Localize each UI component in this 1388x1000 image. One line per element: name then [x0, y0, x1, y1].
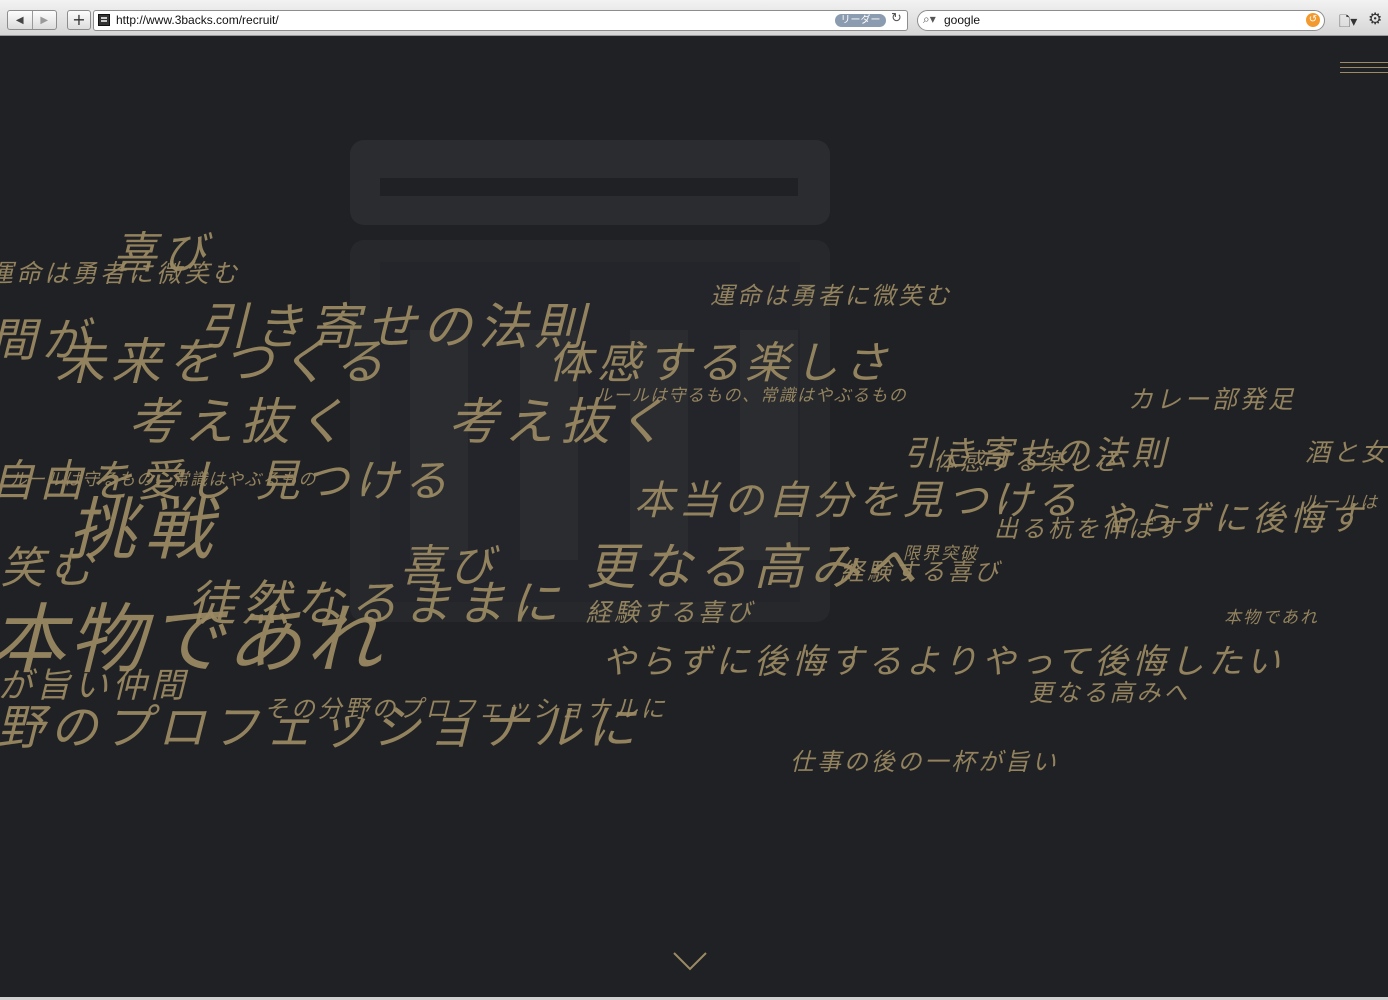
floating-word: 笑む — [0, 543, 99, 594]
floating-word: 考え抜く — [448, 393, 672, 451]
recruit-page: 喜び 運命は勇者に微笑む 運命は勇者に微笑む 引き寄せの法則 間が 未来をつくる… — [0, 37, 1388, 997]
back-button[interactable]: ◀ — [8, 11, 32, 29]
floating-word: 酒と女 — [1305, 438, 1388, 467]
floating-word: が旨い仲間 — [0, 666, 189, 706]
floating-word: 更なる高みへ — [1029, 679, 1191, 707]
floating-word: 出る杭を伸ばす — [994, 515, 1183, 543]
browser-toolbar: ◀ ▶ + http://www.3backs.com/recruit/ リーダ… — [0, 0, 1388, 36]
floating-word: 体感する楽しさ — [933, 448, 1122, 476]
floating-word: カレー部発足 — [1128, 385, 1297, 414]
floating-word: 運命は勇者に微笑む — [0, 259, 241, 288]
scroll-down-chevron-icon[interactable] — [672, 950, 708, 972]
address-bar[interactable]: http://www.3backs.com/recruit/ リーダー ↻ — [93, 10, 908, 31]
clear-search-icon[interactable]: ↺ — [1306, 13, 1320, 27]
reload-icon[interactable]: ↻ — [891, 11, 902, 26]
add-icon: + — [72, 10, 86, 29]
search-icon[interactable]: ⌕▾ — [923, 12, 936, 27]
floating-word: 野のプロフェッショナルに — [0, 700, 642, 756]
floating-word: 運命は勇者に微笑む — [710, 282, 952, 310]
reader-button[interactable]: リーダー — [835, 14, 886, 27]
floating-word: 考え抜く — [128, 393, 352, 451]
back-icon: ◀ — [15, 14, 24, 26]
add-bookmark-button[interactable]: + — [67, 10, 91, 30]
floating-word: やらずに後悔するよりやって後悔したい — [602, 642, 1285, 682]
forward-button[interactable]: ▶ — [31, 11, 57, 29]
hamburger-menu-icon[interactable] — [1340, 61, 1388, 75]
search-bar[interactable]: ⌕▾ google ↺ — [917, 10, 1325, 31]
floating-word: 仕事の後の一杯が旨い — [790, 748, 1059, 776]
site-favicon-icon — [98, 14, 110, 26]
forward-icon: ▶ — [40, 14, 49, 26]
floating-word: 経験する喜び — [586, 598, 755, 627]
floating-word: 体感する楽しさ — [548, 338, 893, 389]
settings-gear-icon[interactable]: ⚙ — [1368, 9, 1382, 28]
nav-buttons: ◀ ▶ — [7, 10, 57, 30]
floating-word: ルールは守るもの、常識はやぶるもの — [10, 470, 317, 490]
search-input[interactable]: google — [944, 13, 980, 27]
floating-word: 本物であれ — [1224, 608, 1320, 628]
floating-word: 経験する喜び — [840, 558, 1002, 586]
floating-word: 未来をつくる — [55, 333, 390, 391]
page-menu-icon[interactable]: 🗋▾ — [1339, 11, 1357, 35]
url-text[interactable]: http://www.3backs.com/recruit/ — [116, 13, 279, 27]
